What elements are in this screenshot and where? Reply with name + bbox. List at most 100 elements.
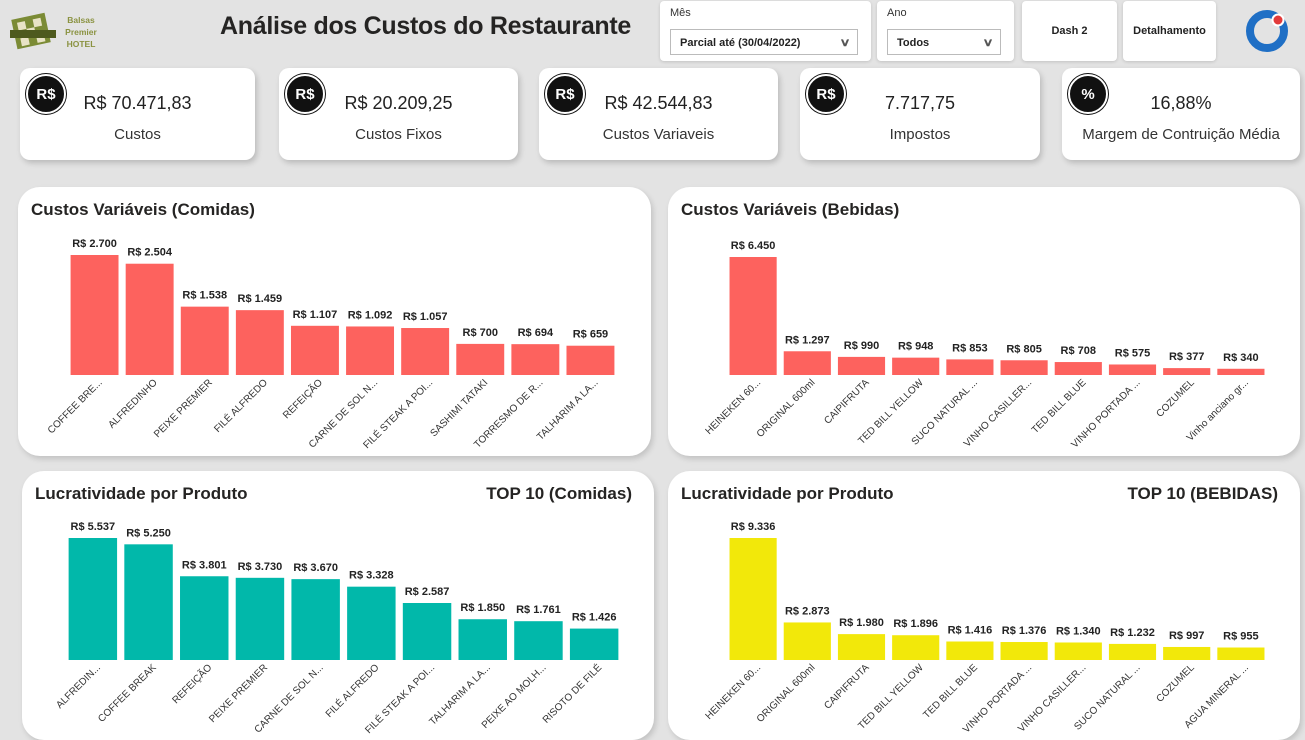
kpi-card-margem: % 16,88% Margem de Contruição Média [1062, 68, 1300, 160]
category-label: PEIXE PREMIER [152, 377, 215, 440]
kpi-card-custos-variaveis: R$ R$ 42.544,83 Custos Variaveis [539, 68, 778, 160]
bar[interactable] [566, 345, 615, 375]
panel-custos-comidas: Custos Variáveis (Comidas) R$ 2.700 COFFE… [18, 187, 651, 456]
bar[interactable] [1163, 368, 1211, 375]
category-label: FILÉ ALFREDO [211, 376, 270, 435]
bar[interactable] [892, 635, 940, 660]
year-dropdown[interactable]: Todos ∨ [887, 29, 1001, 55]
bar[interactable] [729, 257, 777, 375]
data-label: R$ 948 [898, 341, 933, 353]
bar[interactable] [514, 621, 563, 660]
category-label: TED BILL BLUE [921, 662, 980, 721]
data-label: R$ 1.538 [182, 290, 227, 302]
bar[interactable] [1108, 643, 1157, 660]
bar[interactable] [946, 641, 994, 660]
bar[interactable] [235, 310, 284, 375]
category-label: COFFEE BREAK [96, 662, 159, 725]
category-label: COFFEE BRE... [46, 377, 105, 436]
data-label: R$ 377 [1169, 351, 1204, 363]
data-label: R$ 1.232 [1110, 627, 1155, 639]
data-label: R$ 955 [1223, 631, 1258, 643]
bar[interactable] [1108, 364, 1157, 375]
bar[interactable] [729, 538, 777, 660]
data-label: R$ 9.336 [731, 521, 776, 533]
bar[interactable] [401, 328, 450, 375]
data-label: R$ 2.700 [72, 238, 117, 250]
category-label: CAIPIFRUTA [822, 662, 872, 712]
kpi-label: Margem de Contruição Média [1082, 126, 1280, 143]
kpi-value: 16,88% [1150, 93, 1212, 113]
bar[interactable] [1163, 646, 1211, 660]
data-label: R$ 1.297 [785, 334, 830, 346]
bar[interactable] [783, 351, 831, 375]
data-label: R$ 2.587 [405, 586, 450, 598]
data-label: R$ 805 [1006, 343, 1041, 355]
kpi-label: Custos Fixos [355, 126, 442, 143]
bar-chart-custos-comidas: R$ 2.700 COFFEE BRE... R$ 2.504 ALFREDINHO R… [46, 238, 615, 451]
bar[interactable] [1000, 360, 1048, 375]
bar[interactable] [180, 576, 229, 660]
bar[interactable] [1217, 647, 1265, 660]
data-label: R$ 340 [1223, 352, 1258, 364]
category-label: TED BILL BLUE [1030, 377, 1089, 436]
category-label: HEINEKEN 60... [704, 662, 764, 722]
bar[interactable] [837, 634, 886, 660]
bar[interactable] [68, 538, 118, 660]
dash2-button[interactable]: Dash 2 [1022, 1, 1117, 61]
month-slicer: Mês Parcial até (30/04/2022) ∨ [660, 1, 871, 61]
data-label: R$ 700 [463, 327, 498, 339]
category-label: ORIGINAL 600ml [755, 377, 818, 440]
bar[interactable] [511, 344, 560, 375]
bar[interactable] [946, 359, 994, 375]
bar[interactable] [347, 586, 396, 660]
bar[interactable] [291, 579, 340, 660]
category-label: Vinho anciano gr... [1185, 377, 1251, 443]
year-dropdown-value: Todos [897, 37, 930, 49]
bar[interactable] [1054, 642, 1102, 660]
category-label: SASHIMI TATAKI [428, 377, 490, 439]
bar[interactable] [569, 628, 619, 660]
category-label: ALFREDIN... [54, 662, 103, 711]
data-label: R$ 1.426 [572, 612, 617, 624]
data-label: R$ 575 [1115, 347, 1150, 359]
year-slicer: Ano Todos ∨ [877, 1, 1014, 61]
kpi-card-custos-fixos: R$ R$ 20.209,25 Custos Fixos [279, 68, 518, 160]
kpi-label: Custos Variaveis [602, 126, 715, 143]
category-label: TALHARIM A LA... [535, 377, 600, 442]
bar[interactable] [125, 263, 174, 375]
chevron-down-icon: ∨ [839, 37, 851, 49]
bar[interactable] [892, 357, 940, 375]
data-label: R$ 694 [518, 327, 554, 339]
bar[interactable] [837, 356, 886, 375]
bar[interactable] [458, 619, 507, 660]
bar[interactable] [1000, 642, 1048, 660]
detalhamento-button[interactable]: Detalhamento [1123, 1, 1216, 61]
data-label: R$ 708 [1061, 345, 1096, 357]
bar[interactable] [402, 602, 452, 660]
bar[interactable] [783, 622, 831, 660]
bar[interactable] [124, 544, 173, 660]
bar[interactable] [1054, 362, 1102, 375]
bar-chart-custos-bebidas: R$ 6.450 HEINEKEN 60... R$ 1.297 ORIGINAL 6… [704, 240, 1265, 450]
category-label: CAIPIFRUTA [822, 377, 872, 427]
bar[interactable] [290, 325, 339, 375]
bar[interactable] [346, 326, 395, 375]
logo-line1: Balsas [67, 15, 95, 25]
data-label: R$ 659 [573, 329, 608, 341]
kpi-label: Custos [114, 126, 161, 143]
bar[interactable] [456, 343, 505, 375]
bar[interactable] [180, 306, 229, 375]
data-label: R$ 2.873 [785, 605, 830, 617]
bar[interactable] [1217, 368, 1265, 375]
data-label: R$ 1.107 [293, 309, 338, 321]
bar-chart-lucratividade-comidas: R$ 5.537ALFREDIN...R$ 5.250COFFEE BREAKR… [54, 521, 619, 736]
bar[interactable] [70, 255, 119, 375]
logo-line3: HOTEL [67, 39, 96, 49]
kpi-value: R$ 70.471,83 [83, 93, 192, 113]
category-label: REFEIÇÃO [169, 661, 214, 706]
kpi-card-custos: R$ R$ 70.471,83 Custos [20, 68, 255, 160]
bar[interactable] [235, 577, 285, 660]
data-label: R$ 5.250 [126, 527, 171, 539]
data-label: R$ 5.537 [71, 521, 116, 533]
month-dropdown[interactable]: Parcial até (30/04/2022) ∨ [670, 29, 858, 55]
